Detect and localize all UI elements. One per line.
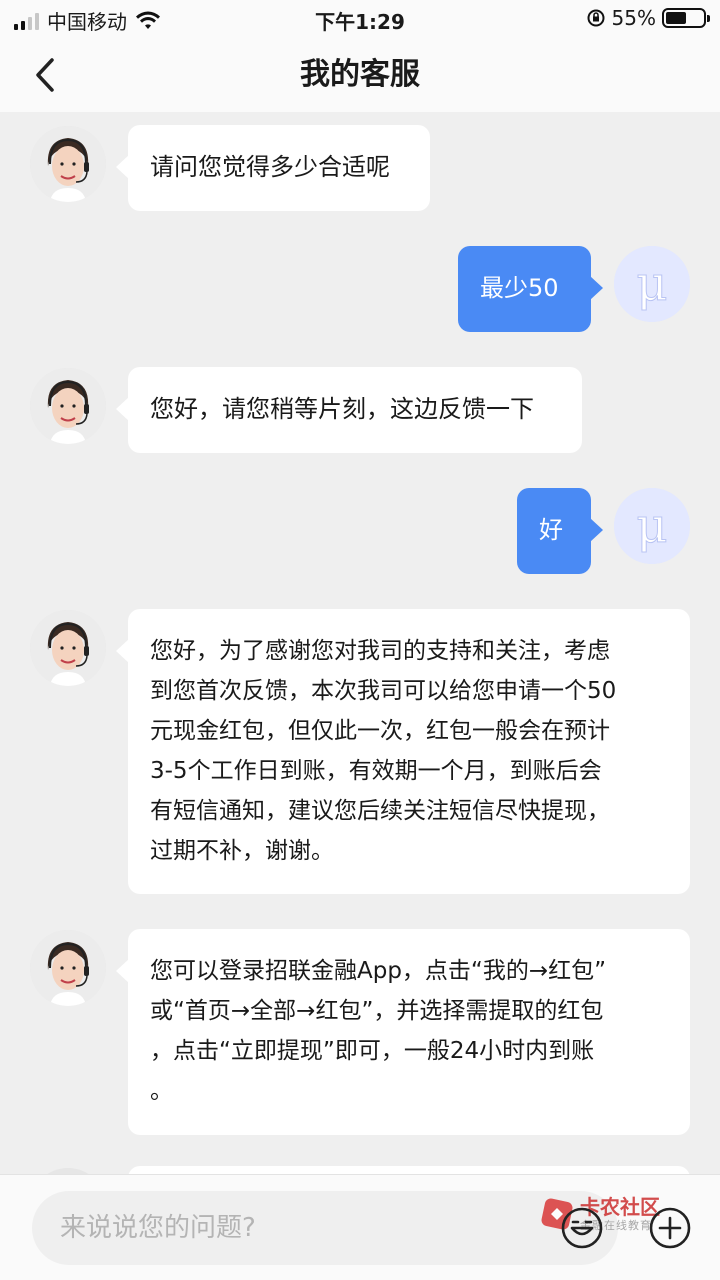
message-bubble-agent: 请问您觉得多少合适呢	[116, 125, 430, 211]
message-line: 或“首页→全部→红包”，并选择需提取的红包	[150, 998, 604, 1024]
message-line: ，点击“立即提现”即可，一般24小时内到账	[150, 1038, 595, 1064]
user-avatar: μ	[614, 246, 690, 322]
chat-list[interactable]: 请问您觉得多少合适呢 最少50 μ 您好，请您稍等片刻，这边反馈一下 好 μ 您…	[0, 112, 720, 1174]
battery-icon	[662, 8, 710, 28]
message-line: 元现金红包，但仅此一次，红包一般会在预计	[150, 718, 610, 744]
message-bubble-agent: 您好，为了感谢您对我司的支持和关注，考虑 到您首次反馈，本次我司可以给您申请一个…	[116, 609, 690, 894]
agent-avatar-image	[30, 126, 106, 202]
message-text: 好	[539, 516, 563, 544]
plus-icon[interactable]	[648, 1206, 692, 1250]
message-line: 。	[150, 1078, 173, 1104]
message-line: 有短信通知，建议您后续关注短信尽快提现，	[150, 798, 610, 824]
agent-avatar	[30, 126, 106, 202]
message-text: 请问您觉得多少合适呢	[150, 153, 390, 181]
message-text: 最少50	[480, 274, 559, 302]
user-avatar-glyph: μ	[636, 498, 667, 554]
message-bubble-user: 好	[517, 488, 603, 574]
input-placeholder: 来说说您的问题?	[60, 1213, 256, 1243]
emoji-icon[interactable]	[560, 1206, 604, 1250]
nav-bar: 我的客服	[0, 38, 720, 112]
agent-avatar	[30, 930, 106, 1006]
battery-percent: 55%	[611, 6, 656, 30]
message-line: 您好，为了感谢您对我司的支持和关注，考虑	[150, 638, 610, 664]
rotation-lock-icon	[587, 9, 605, 27]
user-avatar-glyph: μ	[636, 256, 667, 312]
agent-avatar	[30, 610, 106, 686]
message-bubble-user: 最少50	[458, 246, 603, 332]
message-line: 3-5个工作日到账，有效期一个月，到账后会	[150, 758, 602, 784]
message-input[interactable]: 来说说您的问题?	[32, 1191, 618, 1265]
message-text: 您好，请您稍等片刻，这边反馈一下	[150, 395, 534, 423]
status-bar: 中国移动 下午1:29 55%	[0, 0, 720, 38]
user-avatar: μ	[614, 488, 690, 564]
message-bubble-agent-partial	[128, 1166, 690, 1174]
message-line: 过期不补，谢谢。	[150, 838, 334, 864]
message-line: 您可以登录招联金融App，点击“我的→红包”	[150, 958, 607, 984]
agent-avatar	[30, 368, 106, 444]
message-line: 到您首次反馈，本次我司可以给您申请一个50	[150, 678, 617, 704]
chevron-left-icon[interactable]	[30, 56, 64, 94]
message-bubble-agent: 您可以登录招联金融App，点击“我的→红包” 或“首页→全部→红包”，并选择需提…	[116, 929, 690, 1135]
message-bubble-agent: 您好，请您稍等片刻，这边反馈一下	[116, 367, 582, 453]
page-title: 我的客服	[300, 57, 420, 92]
